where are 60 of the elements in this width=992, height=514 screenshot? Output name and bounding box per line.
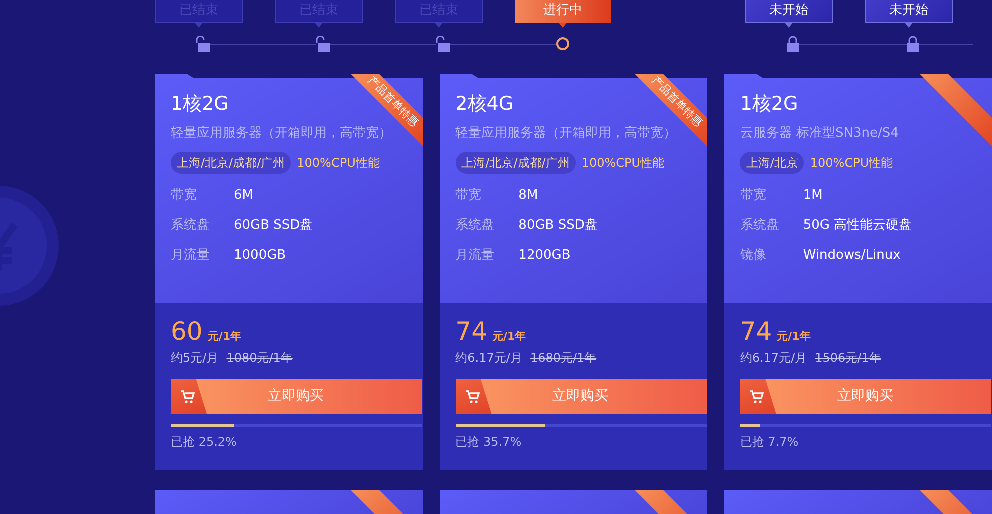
price-unit: 元/1年 [492,329,526,345]
original-price: 1680元/1年 [530,350,597,367]
price-value: 74 [456,317,488,347]
padlock-icon [907,36,919,52]
spec-value: 60GB SSD盘 [234,216,314,234]
padlock-icon [787,36,799,52]
spec-label: 带宽 [740,186,768,204]
spec-label: 系统盘 [171,216,211,234]
sold-percentage: 已抢 35.7% [456,434,523,451]
spec-value: 1000GB [234,246,286,264]
product-subtitle: 轻量应用服务器（开箱即用，高带宽） [456,125,677,143]
product-title: 1核2G [171,92,229,116]
price-unit: 元/1年 [208,329,242,345]
spec-value: 50G 高性能云硬盘 [803,216,912,234]
stage-tab[interactable]: 进行中 [515,0,611,23]
ring-icon [556,37,570,51]
performance-label: 100%CPU性能 [810,154,894,172]
spec-value: 1200GB [518,246,571,264]
region-tag: 上海/北京/成都/广州 [456,152,576,174]
unlocked-padlock-icon [196,36,210,52]
spec-label: 系统盘 [456,216,496,234]
sold-percentage: 已抢 25.2% [171,434,238,451]
spec-value: 6M [234,186,254,204]
price-value: 60 [171,317,203,347]
monthly-price: 约6.17元/月 [740,350,808,367]
region-tag: 上海/北京 [740,152,804,174]
monthly-price: 约5元/月 [171,350,219,367]
spec-label: 带宽 [456,186,483,204]
product-subtitle: 轻量应用服务器（开箱即用，高带宽） [171,125,392,143]
spec-value: 8M [518,186,538,204]
spec-label: 月流量 [456,246,496,264]
cart-icon [180,390,195,404]
spec-value: 1M [803,186,823,204]
stage-tab[interactable]: 未开始 [745,0,833,23]
product-title: 2核4G [456,92,514,116]
sold-percentage: 已抢 7.7% [740,434,800,451]
cart-icon [749,390,764,404]
spec-label: 带宽 [171,186,198,204]
unlocked-padlock-icon [436,36,450,52]
price-value: 74 [740,317,772,347]
spec-label: 系统盘 [740,216,780,234]
buy-button[interactable]: 立即购买 [171,379,422,414]
monthly-price: 约6.17元/月 [456,350,522,367]
product-title: 1核2G [740,92,798,116]
stage-tab[interactable]: 未开始 [865,0,953,23]
performance-label: 100%CPU性能 [297,154,380,172]
buy-button[interactable]: 立即购买 [740,379,992,414]
region-tag: 上海/北京/成都/广州 [171,152,292,174]
unlocked-padlock-icon [316,36,330,52]
product-subtitle: 云服务器 标准型SN3ne/S4 [740,125,899,143]
cart-icon [464,390,480,404]
spec-label: 镜像 [740,246,768,264]
spec-label: 月流量 [171,246,211,264]
spec-value: Windows/Linux [803,246,901,264]
price-unit: 元/1年 [777,329,811,345]
original-price: 1506元/1年 [815,350,882,367]
performance-label: 100%CPU性能 [582,154,665,172]
spec-value: 80GB SSD盘 [518,216,598,234]
original-price: 1080元/1年 [226,350,293,367]
buy-button[interactable]: 立即购买 [456,379,707,414]
